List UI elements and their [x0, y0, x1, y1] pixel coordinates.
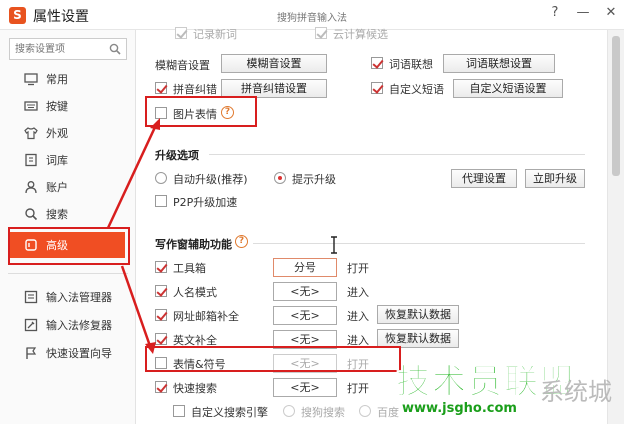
watermark-url: www.jsgho.com: [402, 401, 517, 416]
watermark-grey-text: 系统城: [540, 378, 612, 406]
